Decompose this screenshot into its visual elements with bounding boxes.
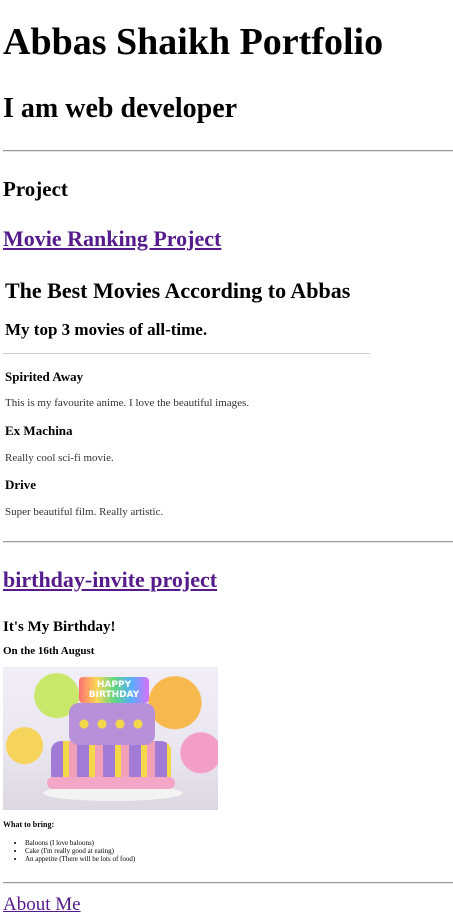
birthday-cake-image: HAPPY BIRTHDAY <box>3 667 218 810</box>
cake-frill <box>47 777 175 789</box>
movie-item-desc: Super beautiful film. Really artistic. <box>5 506 164 518</box>
movie-preview-subtitle: My top 3 movies of all-time. <box>5 320 208 339</box>
list-item: An appetite (There will be lots of food) <box>25 855 135 863</box>
movie-ranking-link[interactable]: Movie Ranking Project <box>3 226 221 252</box>
movie-ranking-preview-image: The Best Movies According to Abbas My to… <box>3 275 373 525</box>
page-subtitle: I am web developer <box>3 93 238 124</box>
birthday-invite-link[interactable]: birthday-invite project <box>3 567 217 593</box>
birthday-invite-preview-image: It's My Birthday! On the 16th August HAP… <box>3 617 263 877</box>
birthday-preview-title: It's My Birthday! <box>3 619 116 635</box>
bring-list: Baloons (I love baloons) Cake (I'm reall… <box>11 839 135 863</box>
about-me-link[interactable]: About Me <box>3 894 81 916</box>
projects-heading: Project <box>3 177 68 201</box>
movie-item-title: Ex Machina <box>5 423 73 438</box>
page-title: Abbas Shaikh Portfolio <box>3 21 384 63</box>
divider <box>3 882 453 884</box>
movie-preview-title: The Best Movies According to Abbas <box>5 278 351 303</box>
birthday-preview-date: On the 16th August <box>3 645 95 657</box>
happy-birthday-sign-text: HAPPY BIRTHDAY <box>88 680 140 700</box>
movie-item-title: Spirited Away <box>5 369 84 384</box>
bring-heading: What to bring: <box>3 820 55 829</box>
list-item: Baloons (I love baloons) <box>25 839 135 847</box>
list-item: Cake (I'm really good at eating) <box>25 847 135 855</box>
divider <box>3 150 453 152</box>
movie-item-title: Drive <box>5 477 37 492</box>
cake-dots <box>75 715 149 735</box>
movie-item-desc: Really cool sci-fi movie. <box>5 452 114 464</box>
divider <box>3 541 453 543</box>
movie-preview-divider <box>3 353 370 354</box>
movie-item-desc: This is my favourite anime. I love the b… <box>5 397 250 409</box>
